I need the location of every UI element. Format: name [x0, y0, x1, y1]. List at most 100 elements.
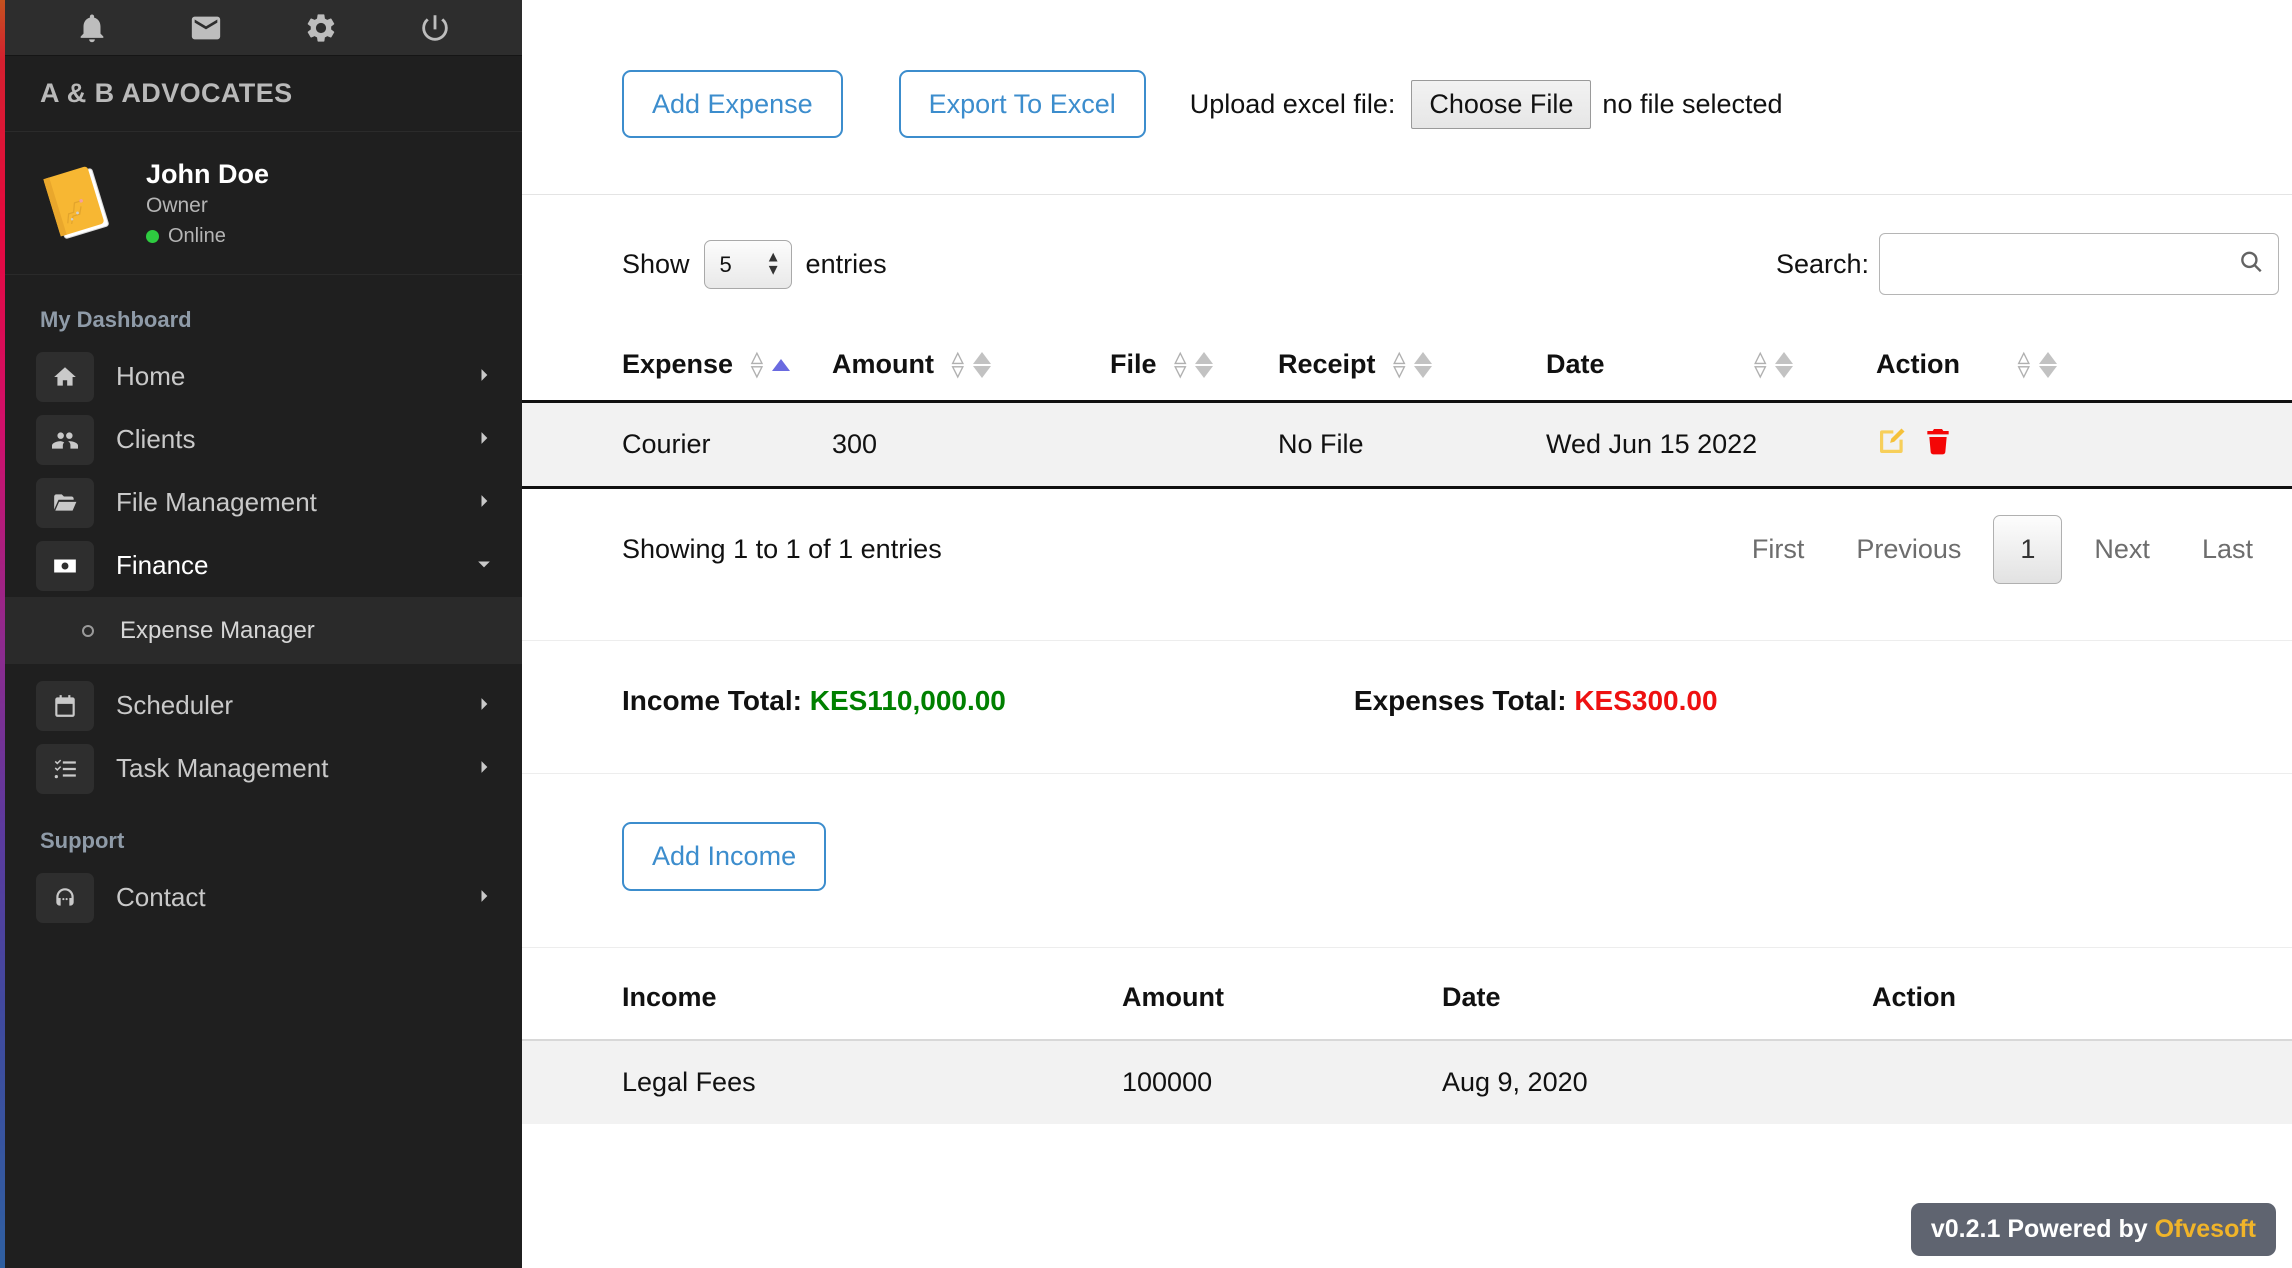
column-label: File: [1110, 349, 1157, 380]
sidebar-nav: My Dashboard Home Clients File Managemen…: [0, 275, 522, 929]
sidebar-accent-stripe: [0, 0, 5, 1268]
brand-header: A & B ADVOCATES: [0, 56, 522, 132]
expense-table: Expense △ ▽ Amount △ ▽ File △ ▽ Receipt …: [522, 331, 2292, 490]
brand-title: A & B ADVOCATES: [40, 78, 293, 108]
envelope-icon[interactable]: [183, 5, 229, 51]
sort-desc-icon: [972, 365, 991, 378]
column-header-amount: Amount: [1122, 955, 1442, 1041]
column-header-income: Income: [522, 955, 1122, 1041]
divider-income-table: [522, 946, 2292, 948]
sidebar-item-label: Contact: [116, 882, 206, 912]
file-upload-control[interactable]: Choose File no file selected: [1411, 79, 1783, 129]
chevron-right-icon: [474, 694, 494, 718]
pager-last-button[interactable]: Last: [2176, 534, 2279, 565]
column-header-file[interactable]: File △ ▽: [1110, 331, 1278, 404]
cell-receipt: No File: [1278, 401, 1546, 490]
sidebar-item-file-management[interactable]: File Management: [0, 471, 522, 534]
column-header-date[interactable]: Date △ ▽: [1546, 331, 1876, 404]
bullet-icon: [82, 624, 94, 637]
add-income-wrap: Add Income: [522, 774, 2292, 891]
income-total: Income Total: KES110,000.00: [622, 685, 1006, 717]
sidebar-item-label: Task Management: [116, 753, 329, 783]
sidebar-item-contact[interactable]: Contact: [0, 866, 522, 929]
expense-table-head: Expense △ ▽ Amount △ ▽ File △ ▽ Receipt …: [522, 331, 2292, 404]
home-icon: [36, 351, 94, 402]
version-brand: Ofvesoft: [2154, 1215, 2256, 1243]
sort-asc-icon: [972, 351, 991, 364]
sort-indicator: △ ▽: [1174, 348, 1214, 380]
power-icon[interactable]: [412, 5, 458, 51]
chevron-updown-icon: △ ▽: [1754, 348, 1767, 380]
subnav-item-label: Expense Manager: [120, 616, 315, 644]
totals-row: Income Total: KES110,000.00 Expenses Tot…: [522, 641, 2292, 717]
chevron-updown-icon: △ ▽: [1393, 348, 1406, 380]
pager-previous-button[interactable]: Previous: [1830, 534, 1987, 565]
chevron-down-icon: [474, 554, 494, 578]
cell-expense: Courier: [522, 401, 832, 490]
nav-section-support: Support: [40, 828, 125, 853]
cell-file: [1110, 401, 1278, 490]
column-header-receipt[interactable]: Receipt △ ▽: [1278, 331, 1546, 404]
sidebar-item-home[interactable]: Home: [0, 345, 522, 408]
gear-icon[interactable]: [298, 5, 344, 51]
cell-date: Wed Jun 15 2022: [1546, 401, 1876, 490]
pagination: Showing 1 to 1 of 1 entries First Previo…: [522, 489, 2292, 585]
sidebar-item-label: Clients: [116, 424, 196, 454]
expense-toolbar: Add Expense Export To Excel Upload excel…: [522, 0, 2292, 139]
add-expense-button[interactable]: Add Expense: [622, 70, 843, 139]
sort-asc-icon: [1775, 351, 1794, 364]
task-list-icon: [36, 743, 94, 794]
sidebar-item-finance[interactable]: Finance: [0, 534, 522, 597]
file-status-label: no file selected: [1602, 88, 1783, 119]
profile-status-label: Online: [168, 225, 226, 248]
table-row[interactable]: Legal Fees 100000 Aug 9, 2020: [522, 1039, 2292, 1124]
column-header-expense[interactable]: Expense △ ▽: [522, 331, 832, 404]
folder-open-icon: [36, 477, 94, 528]
entries-per-page-select[interactable]: 5102550100: [703, 239, 792, 289]
expenses-total-label: Expenses Total:: [1353, 685, 1567, 717]
profile-name: John Doe: [146, 158, 270, 189]
column-header-action: Action: [1872, 955, 2292, 1041]
money-icon: [36, 540, 94, 591]
version-text: v0.2.1 Powered by: [1930, 1215, 2155, 1243]
bell-icon[interactable]: [69, 5, 115, 51]
export-to-excel-button[interactable]: Export To Excel: [898, 70, 1146, 139]
column-header-action[interactable]: Action △ ▽: [1876, 331, 2292, 404]
column-label: Amount: [832, 349, 934, 380]
pager-page-1-button[interactable]: 1: [1993, 515, 2063, 585]
sort-desc-icon: [2038, 365, 2057, 378]
sidebar-item-label: File Management: [116, 487, 317, 517]
expense-table-body: Courier 300 No File Wed Jun 15 2022: [522, 401, 2292, 490]
app-root: A & B ADVOCATES John Doe Owner Online My…: [0, 0, 2292, 1268]
profile-role: Owner: [146, 194, 208, 218]
delete-icon[interactable]: [1922, 425, 1954, 464]
sort-desc-icon: [1195, 365, 1214, 378]
income-header-row: Income Amount Date Action: [522, 955, 2292, 1041]
pager-first-button[interactable]: First: [1726, 534, 1830, 565]
search-input[interactable]: [1879, 233, 2279, 296]
add-income-button[interactable]: Add Income: [622, 822, 827, 891]
show-entries-control: Show 5102550100 ▲▼ entries: [622, 239, 887, 289]
showing-entries-text: Showing 1 to 1 of 1 entries: [622, 534, 942, 565]
sort-indicator: △ ▽: [1393, 348, 1433, 380]
sidebar-item-expense-manager[interactable]: Expense Manager: [0, 597, 522, 664]
sidebar-item-clients[interactable]: Clients: [0, 408, 522, 471]
chevron-right-icon: [474, 491, 494, 515]
pager-controls: First Previous 1 Next Last: [1726, 515, 2279, 585]
choose-file-button[interactable]: Choose File: [1411, 79, 1592, 129]
column-header-amount[interactable]: Amount △ ▽: [832, 331, 1110, 404]
table-row[interactable]: Courier 300 No File Wed Jun 15 2022: [522, 401, 2292, 490]
chevron-updown-icon: △ ▽: [1174, 348, 1187, 380]
column-header-date: Date: [1442, 955, 1872, 1041]
sidebar: A & B ADVOCATES John Doe Owner Online My…: [0, 0, 522, 1268]
income-table-head: Income Amount Date Action: [522, 955, 2292, 1041]
users-icon: [36, 414, 94, 465]
pager-next-button[interactable]: Next: [2068, 534, 2176, 565]
sort-desc-icon: [1414, 365, 1433, 378]
sidebar-item-task-management[interactable]: Task Management: [0, 737, 522, 800]
expenses-total: Expenses Total: KES300.00: [1354, 685, 1718, 717]
headset-icon: [36, 872, 94, 923]
edit-icon[interactable]: [1876, 425, 1908, 464]
cell-date: Aug 9, 2020: [1442, 1039, 1872, 1124]
sidebar-item-scheduler[interactable]: Scheduler: [0, 674, 522, 737]
